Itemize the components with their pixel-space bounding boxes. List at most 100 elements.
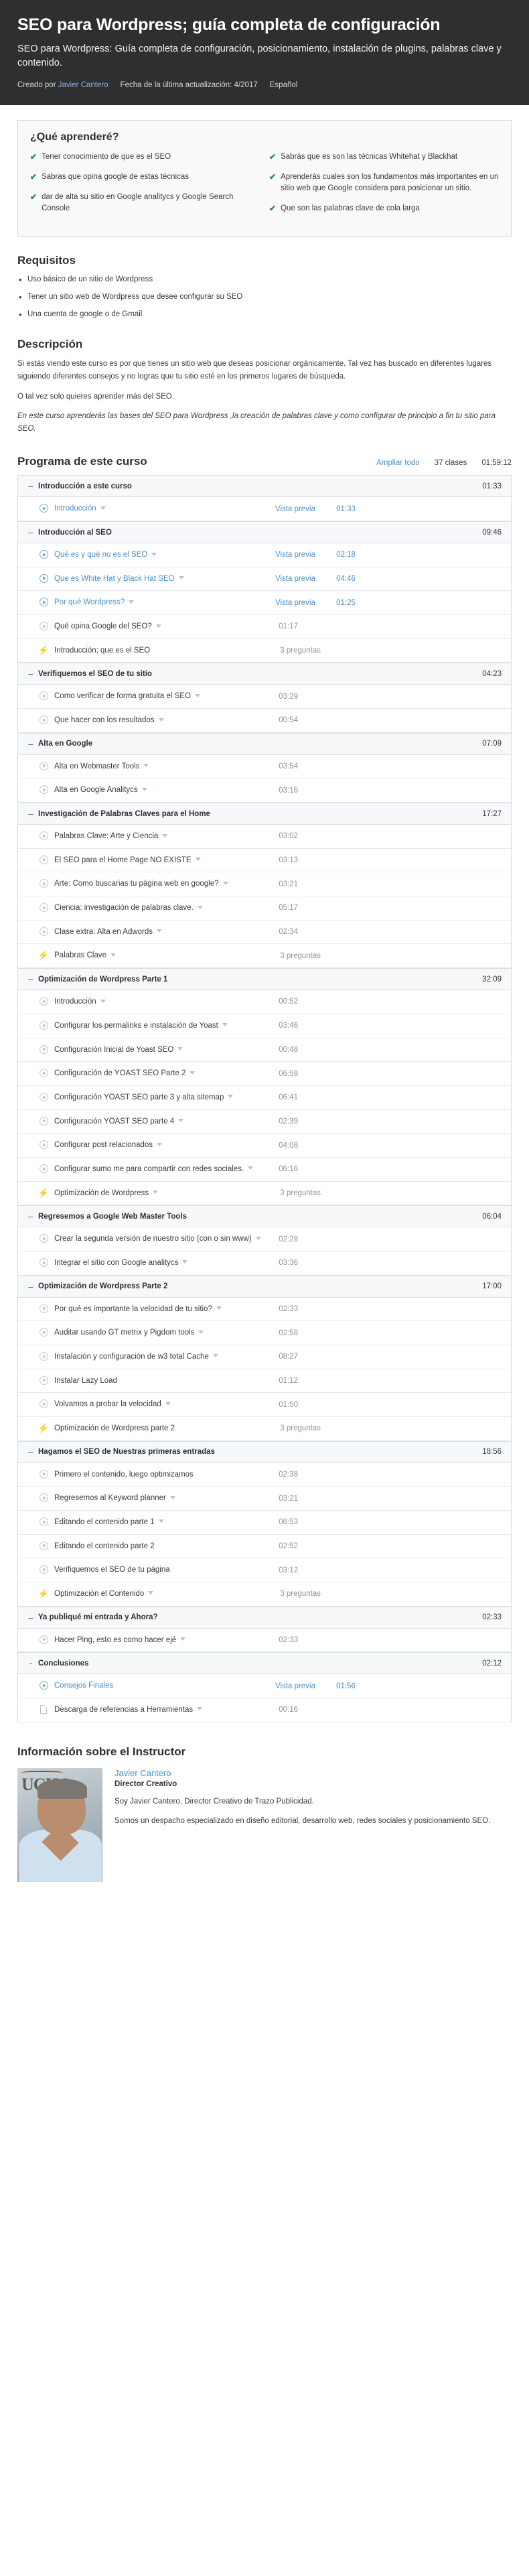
- curriculum-lecture-row[interactable]: Consejos Finales Vista previa 01:56: [18, 1674, 511, 1698]
- curriculum-lecture-row[interactable]: Editando el contenido parte 1 06:53: [18, 1510, 511, 1535]
- chevron-down-icon[interactable]: [178, 576, 184, 580]
- collapse-toggle-icon[interactable]: –: [26, 1212, 35, 1221]
- chevron-down-icon[interactable]: [143, 764, 149, 768]
- curriculum-lecture-row[interactable]: Configuración Inicial de Yoast SEO 00:48: [18, 1038, 511, 1063]
- chevron-down-icon[interactable]: [194, 693, 200, 697]
- chevron-down-icon[interactable]: [165, 1402, 171, 1406]
- curriculum-lecture-row[interactable]: Por qué Wordpress? Vista previa 01:25: [18, 591, 511, 616]
- chevron-down-icon[interactable]: [151, 552, 157, 556]
- curriculum-lecture-row[interactable]: Crear la segunda versión de nuestro siti…: [18, 1227, 511, 1251]
- collapse-toggle-icon[interactable]: –: [26, 669, 35, 678]
- curriculum-lecture-row[interactable]: Por qué es importante la velocidad de tu…: [18, 1297, 511, 1322]
- curriculum-lecture-row[interactable]: Introducción Vista previa 01:33: [18, 497, 511, 522]
- expand-all-button[interactable]: Ampliar todo: [376, 459, 420, 467]
- curriculum-lecture-row[interactable]: ⚡ Optimización de Wordpress 3 preguntas: [18, 1181, 511, 1206]
- chevron-down-icon[interactable]: [169, 1495, 175, 1499]
- preview-link[interactable]: Vista previa: [275, 1682, 315, 1690]
- curriculum-section-header[interactable]: – Optimización de Wordpress Parte 2 17:00: [18, 1275, 511, 1298]
- chevron-down-icon[interactable]: [157, 1142, 163, 1146]
- preview-link[interactable]: Vista previa: [275, 599, 315, 607]
- chevron-down-icon[interactable]: [148, 1591, 154, 1595]
- chevron-down-icon[interactable]: [197, 905, 203, 909]
- collapse-toggle-icon[interactable]: –: [26, 809, 35, 818]
- collapse-toggle-icon[interactable]: -: [26, 1659, 35, 1668]
- curriculum-lecture-row[interactable]: Auditar usando GT metrix y Pigdom tools 0…: [18, 1321, 511, 1345]
- curriculum-lecture-row[interactable]: Verifiquemos el SEO de tu página 03:12: [18, 1558, 511, 1582]
- collapse-toggle-icon[interactable]: –: [26, 1448, 35, 1456]
- curriculum-section-header[interactable]: – Ya publiqué mi entrada y Ahora? 02:33: [18, 1606, 511, 1629]
- instructor-name-link[interactable]: Javier Cantero: [115, 1768, 512, 1778]
- curriculum-lecture-row[interactable]: Primero el contenido, luego optimizamos 0…: [18, 1463, 511, 1487]
- collapse-toggle-icon[interactable]: –: [26, 482, 35, 490]
- curriculum-lecture-row[interactable]: Que es White Hat y Black Hat SEO Vista pr…: [18, 567, 511, 592]
- chevron-down-icon[interactable]: [153, 1191, 159, 1194]
- preview-link[interactable]: Vista previa: [275, 551, 315, 559]
- curriculum-section-header[interactable]: – Investigación de Palabras Claves para e…: [18, 803, 511, 825]
- curriculum-lecture-row[interactable]: Regresemos al Keyword planner 03:21: [18, 1487, 511, 1511]
- chevron-down-icon[interactable]: [216, 1306, 222, 1310]
- chevron-down-icon[interactable]: [212, 1354, 218, 1358]
- curriculum-lecture-row[interactable]: Alta en Google Analitycs 03:15: [18, 778, 511, 803]
- curriculum-section-header[interactable]: - Conclusiones 02:12: [18, 1652, 511, 1675]
- curriculum-lecture-row[interactable]: Que hacer con los resultados 00:54: [18, 709, 511, 733]
- curriculum-lecture-row[interactable]: Hacer Ping, esto es como hacer ejé 02:33: [18, 1628, 511, 1653]
- curriculum-section-header[interactable]: – Introducción a este curso 01:33: [18, 476, 511, 498]
- chevron-down-icon[interactable]: [157, 929, 163, 933]
- chevron-down-icon[interactable]: [182, 1260, 188, 1264]
- chevron-down-icon[interactable]: [129, 600, 135, 604]
- chevron-down-icon[interactable]: [222, 881, 228, 885]
- chevron-down-icon[interactable]: [178, 1118, 184, 1122]
- curriculum-lecture-row[interactable]: ⚡ Optimización de Wordpress parte 2 3 preg…: [18, 1416, 511, 1441]
- curriculum-lecture-row[interactable]: ⚡ Introducción; que es el SEO 3 preguntas: [18, 638, 511, 663]
- curriculum-lecture-row[interactable]: Instalación y configuración de w3 total …: [18, 1345, 511, 1369]
- chevron-down-icon[interactable]: [248, 1166, 254, 1170]
- curriculum-lecture-row[interactable]: Qué es y qué no es el SEO Vista previa 02:…: [18, 543, 511, 567]
- chevron-down-icon[interactable]: [177, 1046, 183, 1050]
- chevron-down-icon[interactable]: [180, 1637, 186, 1641]
- curriculum-lecture-row[interactable]: Configurar los permalinks e instalación …: [18, 1014, 511, 1038]
- chevron-down-icon[interactable]: [195, 858, 201, 862]
- chevron-down-icon[interactable]: [100, 506, 106, 510]
- chevron-down-icon[interactable]: [190, 1071, 196, 1075]
- curriculum-section-header[interactable]: – Alta en Google 07:09: [18, 732, 511, 755]
- chevron-down-icon[interactable]: [222, 1023, 228, 1027]
- chevron-down-icon[interactable]: [155, 624, 161, 628]
- curriculum-lecture-row[interactable]: Clase extra: Alta en Adwords 02:34: [18, 920, 511, 945]
- curriculum-lecture-row[interactable]: Alta en Webmaster Tools 03:54: [18, 754, 511, 779]
- curriculum-lecture-row[interactable]: Editando el contenido parte 2 02:52: [18, 1534, 511, 1559]
- chevron-down-icon[interactable]: [228, 1095, 234, 1099]
- curriculum-lecture-row[interactable]: Configurar sumo me para compartir con re…: [18, 1157, 511, 1182]
- chevron-down-icon[interactable]: [100, 999, 106, 1003]
- curriculum-lecture-row[interactable]: El SEO para el Home Page NO EXISTE 03:13: [18, 848, 511, 873]
- preview-link[interactable]: Vista previa: [275, 505, 315, 513]
- chevron-down-icon[interactable]: [110, 953, 116, 957]
- collapse-toggle-icon[interactable]: –: [26, 740, 35, 748]
- collapse-toggle-icon[interactable]: –: [26, 975, 35, 984]
- curriculum-lecture-row[interactable]: Configuración YOAST SEO parte 3 y alta s…: [18, 1085, 511, 1110]
- curriculum-lecture-row[interactable]: Introducción 00:52: [18, 990, 511, 1014]
- curriculum-section-header[interactable]: – Verifiquemos el SEO de tu sitio 04:23: [18, 663, 511, 685]
- chevron-down-icon[interactable]: [198, 1330, 204, 1334]
- curriculum-lecture-row[interactable]: Integrar el sitio con Google analitycs 03…: [18, 1251, 511, 1276]
- curriculum-lecture-row[interactable]: ⚡ Optimización el Contenido 3 preguntas: [18, 1582, 511, 1607]
- curriculum-lecture-row[interactable]: Arte: Como buscarias tu página web en go…: [18, 872, 511, 897]
- curriculum-lecture-row[interactable]: Descarga de referencias a Herramientas 00…: [18, 1698, 511, 1722]
- curriculum-section-header[interactable]: – Introducción al SEO 09:46: [18, 521, 511, 544]
- collapse-toggle-icon[interactable]: –: [26, 1282, 35, 1291]
- collapse-toggle-icon[interactable]: –: [26, 1613, 35, 1622]
- chevron-down-icon[interactable]: [255, 1236, 261, 1240]
- curriculum-lecture-row[interactable]: Configuración de YOAST SEO Parte 2 06:59: [18, 1062, 511, 1086]
- curriculum-section-header[interactable]: – Hagamos el SEO de Nuestras primeras ent…: [18, 1440, 511, 1463]
- collapse-toggle-icon[interactable]: –: [26, 528, 35, 537]
- chevron-down-icon[interactable]: [197, 1707, 203, 1711]
- preview-link[interactable]: Vista previa: [275, 575, 315, 583]
- author-link[interactable]: Javier Cantero: [58, 81, 108, 89]
- curriculum-lecture-row[interactable]: Como verificar de forma gratuita el SEO 0…: [18, 685, 511, 709]
- chevron-down-icon[interactable]: [158, 1519, 164, 1523]
- curriculum-section-header[interactable]: – Regresemos a Google Web Master Tools 06:…: [18, 1205, 511, 1228]
- curriculum-section-header[interactable]: – Optimización de Wordpress Parte 1 32:09: [18, 968, 511, 991]
- chevron-down-icon[interactable]: [141, 787, 147, 791]
- curriculum-lecture-row[interactable]: Instalar Lazy Load 01:12: [18, 1369, 511, 1394]
- curriculum-lecture-row[interactable]: Configurar post relacionados 04:08: [18, 1134, 511, 1158]
- curriculum-lecture-row[interactable]: Ciencia: investigación de palabras clave…: [18, 896, 511, 921]
